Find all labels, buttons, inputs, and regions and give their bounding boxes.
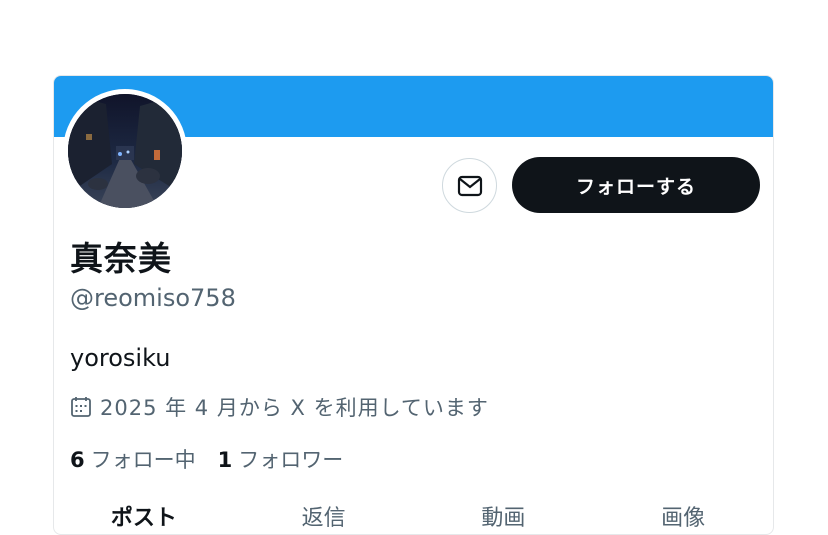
followers-label: フォロワー xyxy=(238,448,344,472)
tab-replies[interactable]: 返信 xyxy=(234,500,414,532)
following-count: 6 xyxy=(70,448,85,472)
following-label: フォロー中 xyxy=(90,448,196,472)
message-button[interactable] xyxy=(442,158,497,213)
joined-text: 2025 年 4 月から X を利用しています xyxy=(100,396,489,420)
follow-stats: 6 フォロー中 1 フォロワー xyxy=(70,444,365,474)
profile-tabs: ポスト 返信 動画 画像 xyxy=(54,500,773,532)
tab-posts[interactable]: ポスト xyxy=(54,500,234,532)
following-link[interactable]: 6 フォロー中 xyxy=(70,444,196,474)
avatar-image xyxy=(68,94,182,208)
follow-button[interactable]: フォローする xyxy=(512,157,760,213)
profile-bio: yorosiku xyxy=(70,344,171,372)
display-name: 真奈美 xyxy=(70,239,172,278)
user-handle: @reomiso758 xyxy=(70,284,236,312)
avatar[interactable] xyxy=(63,89,187,213)
tab-videos[interactable]: 動画 xyxy=(414,500,594,532)
joined-date: 2025 年 4 月から X を利用しています xyxy=(70,392,489,422)
tab-images[interactable]: 画像 xyxy=(593,500,773,532)
envelope-icon xyxy=(457,175,482,196)
calendar-icon xyxy=(70,396,92,418)
profile-card: フォローする 真奈美 @reomiso758 yorosiku 2025 年 4… xyxy=(53,75,774,535)
followers-link[interactable]: 1 フォロワー xyxy=(218,444,344,474)
followers-count: 1 xyxy=(217,448,233,472)
